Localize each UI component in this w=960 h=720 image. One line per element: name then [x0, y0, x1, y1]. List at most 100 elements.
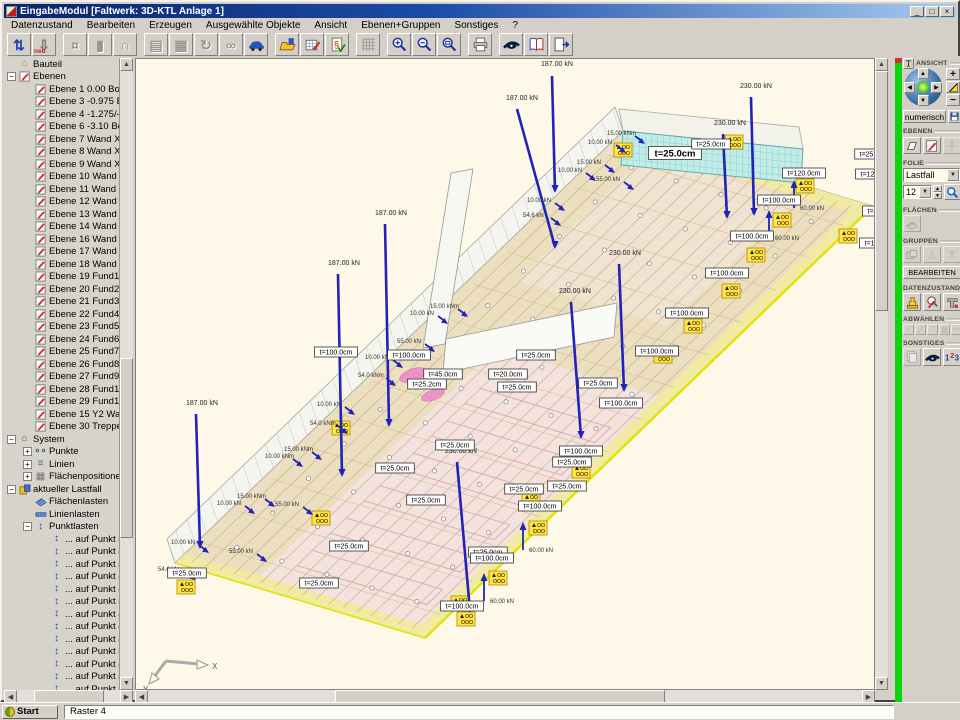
numerisch-button[interactable]: numerisch	[903, 110, 946, 123]
support-symbol-icon[interactable]	[489, 571, 507, 585]
datenzustand-stamp-button[interactable]	[903, 293, 921, 311]
tree-item-22[interactable]: Ebene 24 Fund6	[4, 333, 119, 346]
perspective-wedge-button[interactable]	[946, 81, 960, 93]
menu-item-erzeugen[interactable]: Erzeugen	[142, 20, 199, 31]
folie-spin-up-button[interactable]: ▲	[933, 185, 942, 192]
save-view-button[interactable]	[948, 110, 960, 123]
scroll-down-icon[interactable]: ▼	[875, 677, 888, 690]
tree-item-36[interactable]: Linienlasten	[4, 508, 119, 521]
menu-item-bearbeiten[interactable]: Bearbeiten	[80, 20, 142, 31]
model-tree[interactable]: ⌂Bauteil−EbenenEbene 1 0.00 Bopl.Ebene 3…	[4, 58, 120, 690]
support-symbol-icon[interactable]	[839, 229, 857, 243]
tree-expander-icon[interactable]: −	[7, 72, 16, 81]
support-symbol-icon[interactable]	[529, 521, 547, 535]
tree-item-12[interactable]: Ebene 13 Wand X7	[4, 208, 119, 221]
tree-item-16[interactable]: Ebene 18 Wand Y5	[4, 258, 119, 271]
scroll-up-icon[interactable]: ▲	[875, 58, 888, 71]
maximize-button[interactable]: □	[925, 6, 939, 17]
switch-data-icon[interactable]: ⇅	[7, 33, 31, 56]
chevron-down-icon[interactable]: ▼	[919, 186, 931, 198]
scroll-thumb[interactable]	[120, 358, 133, 538]
support-symbol-icon[interactable]	[747, 248, 765, 262]
tree-item-49[interactable]: ↕... auf Punkt 431	[4, 671, 119, 684]
zoom-minus-button[interactable]: −	[946, 94, 960, 106]
tree-item-47[interactable]: ↕... auf Punkt 474	[4, 646, 119, 659]
tree-item-9[interactable]: Ebene 10 Wand X4	[4, 171, 119, 184]
tree-item-6[interactable]: Ebene 7 Wand X1	[4, 133, 119, 146]
tree-item-46[interactable]: ↕... auf Punkt 478	[4, 633, 119, 646]
tree-item-43[interactable]: ↕... auf Punkt 476	[4, 596, 119, 609]
ebene-3d-button[interactable]	[903, 137, 921, 154]
tree-item-34[interactable]: −aktueller Lastfall	[4, 483, 119, 496]
taskbar-item[interactable]: Raster 4	[64, 705, 894, 719]
support-symbol-icon[interactable]	[722, 284, 740, 298]
tree-item-14[interactable]: Ebene 16 Wand Y3	[4, 233, 119, 246]
tree-expander-icon[interactable]: +	[23, 447, 32, 456]
folie-type-select[interactable]: Lastfall▼	[903, 168, 960, 182]
chevron-down-icon[interactable]: ▼	[947, 169, 959, 181]
rotate-right-button[interactable]: ▶	[931, 82, 942, 93]
support-symbol-icon[interactable]	[684, 319, 702, 333]
tree-expander-icon[interactable]: −	[7, 485, 16, 494]
rotate-left-button[interactable]: ◀	[904, 82, 915, 93]
tree-item-44[interactable]: ↕... auf Punkt 470	[4, 608, 119, 621]
tree-item-15[interactable]: Ebene 17 Wand Y4	[4, 246, 119, 259]
scroll-thumb[interactable]	[875, 71, 888, 311]
view-center-button[interactable]	[917, 81, 929, 93]
menu-item-datenzustand[interactable]: Datenzustand	[4, 20, 80, 31]
car-icon[interactable]	[244, 33, 268, 56]
menu-item-ansicht[interactable]: Ansicht	[307, 20, 354, 31]
rotate-up-button[interactable]: ▲	[918, 68, 929, 79]
support-symbol-icon[interactable]	[773, 213, 791, 227]
scroll-up-icon[interactable]: ▲	[120, 58, 133, 71]
tree-item-5[interactable]: Ebene 6 -3.10 Bopl.	[4, 121, 119, 134]
documentation-book-icon[interactable]	[524, 33, 548, 56]
support-symbol-icon[interactable]	[312, 511, 330, 525]
tree-item-8[interactable]: Ebene 9 Wand X3	[4, 158, 119, 171]
tree-item-33[interactable]: +▦Flächenpositionen	[4, 471, 119, 484]
tree-item-50[interactable]: ↕... auf Punkt 432	[4, 683, 119, 690]
ebene-edit-button[interactable]	[923, 137, 941, 154]
tree-item-11[interactable]: Ebene 12 Wand X6	[4, 196, 119, 209]
tree-item-0[interactable]: ⌂Bauteil	[4, 58, 119, 71]
tree-item-24[interactable]: Ebene 26 Fund8	[4, 358, 119, 371]
support-symbol-icon[interactable]	[796, 179, 814, 193]
tree-item-13[interactable]: Ebene 14 Wand Y1	[4, 221, 119, 234]
tree-item-17[interactable]: Ebene 19 Fund1	[4, 271, 119, 284]
tree-item-48[interactable]: ↕... auf Punkt 477	[4, 658, 119, 671]
tree-item-7[interactable]: Ebene 8 Wand X2	[4, 146, 119, 159]
title-bar[interactable]: EingabeModul [Faltwerk: 3D-KTL Anlage 1]…	[4, 4, 956, 18]
folie-number-select[interactable]: 12▼	[903, 185, 932, 199]
zoom-out-icon[interactable]	[412, 33, 436, 56]
bearbeiten-button[interactable]: BEARBEITEN	[903, 266, 960, 279]
tree-item-23[interactable]: Ebene 25 Fund7	[4, 346, 119, 359]
tree-item-21[interactable]: Ebene 23 Fund5	[4, 321, 119, 334]
tree-expander-icon[interactable]: +	[23, 460, 32, 469]
scene-svg[interactable]: 187.00 kN187.00 kN230.00 kN230.00 kN187.…	[135, 58, 875, 690]
folie-search-button[interactable]	[944, 184, 960, 200]
support-symbol-icon[interactable]	[457, 612, 475, 626]
tree-item-39[interactable]: ↕... auf Punkt 469	[4, 546, 119, 559]
tree-item-18[interactable]: Ebene 20 Fund2	[4, 283, 119, 296]
sonstiges-eye-button[interactable]	[923, 348, 941, 366]
scroll-down-icon[interactable]: ▼	[120, 677, 133, 690]
support-symbol-icon[interactable]	[177, 580, 195, 594]
folder-positions-icon[interactable]	[275, 33, 299, 56]
start-button[interactable]: Start	[2, 705, 58, 719]
tree-item-35[interactable]: Flächenlasten	[4, 496, 119, 509]
tree-item-28[interactable]: Ebene 15 Y2 Wand T	[4, 408, 119, 421]
zoom-plus-button[interactable]: +	[946, 68, 960, 80]
datenzustand-check-button[interactable]	[923, 293, 941, 311]
tree-item-4[interactable]: Ebene 4 -1.275/-1.4	[4, 108, 119, 121]
folio-edit-icon[interactable]	[300, 33, 324, 56]
datenzustand-tool-button[interactable]	[943, 293, 960, 311]
rotate-down-button[interactable]: ▼	[918, 95, 929, 106]
tree-expander-icon[interactable]: −	[7, 435, 16, 444]
tree-item-1[interactable]: −Ebenen	[4, 71, 119, 84]
presentation-eye-icon[interactable]	[499, 33, 523, 56]
sonstiges-123-button[interactable]: 123	[943, 348, 960, 366]
tree-item-19[interactable]: Ebene 21 Fund3	[4, 296, 119, 309]
exit-door-icon[interactable]	[549, 33, 573, 56]
close-button[interactable]: ×	[940, 6, 954, 17]
tree-item-29[interactable]: Ebene 30 Treppenk	[4, 421, 119, 434]
